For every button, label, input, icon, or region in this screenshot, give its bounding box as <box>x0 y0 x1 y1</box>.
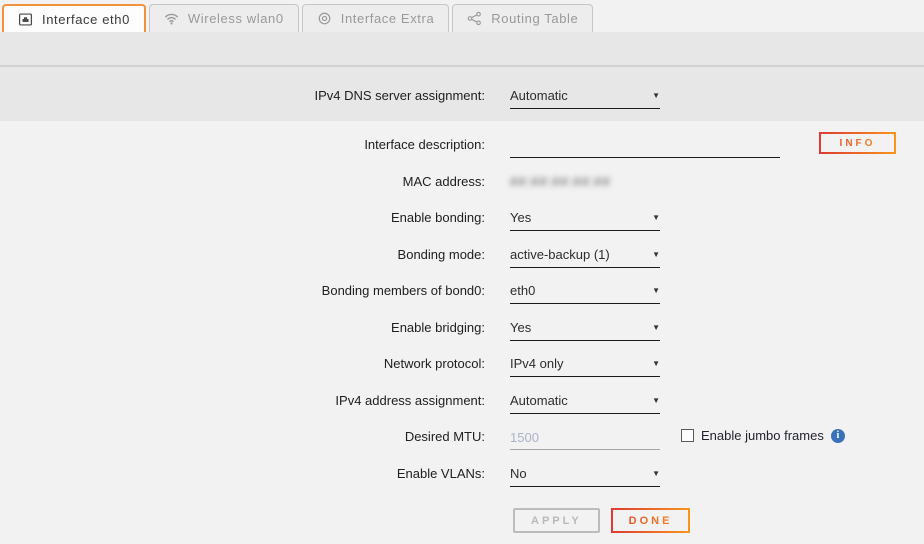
network-protocol-row: Network protocol: IPv4 only ▼ <box>0 348 924 385</box>
jumbo-frames-label: Enable jumbo frames <box>701 428 824 443</box>
share-nodes-icon <box>467 11 482 26</box>
dns-assignment-select[interactable]: Automatic ▼ <box>510 88 660 109</box>
tab-label: Interface eth0 <box>42 12 130 27</box>
enable-vlans-row: Enable VLANs: No ▼ <box>0 458 924 495</box>
bond-members-select[interactable]: eth0 ▼ <box>510 283 660 304</box>
enable-bonding-label: Enable bonding: <box>0 202 485 225</box>
enable-bonding-select[interactable]: Yes ▼ <box>510 210 660 231</box>
network-protocol-select[interactable]: IPv4 only ▼ <box>510 356 660 377</box>
tab-label: Routing Table <box>491 11 578 26</box>
bonding-mode-select[interactable]: active-backup (1) ▼ <box>510 247 660 268</box>
bond-members-label: Bonding members of bond0: <box>0 275 485 298</box>
chevron-down-icon: ▼ <box>652 394 660 407</box>
done-button[interactable]: DONE <box>611 508 691 533</box>
ipv4-assignment-label: IPv4 address assignment: <box>0 385 485 408</box>
ipv4-assignment-select[interactable]: Automatic ▼ <box>510 393 660 414</box>
select-value: Yes <box>510 210 531 225</box>
enable-bonding-row: Enable bonding: Yes ▼ <box>0 202 924 239</box>
chevron-down-icon: ▼ <box>652 357 660 370</box>
tab-routing-table[interactable]: Routing Table <box>452 4 593 32</box>
chevron-down-icon: ▼ <box>652 284 660 297</box>
select-value: No <box>510 466 527 481</box>
chevron-down-icon: ▼ <box>652 89 660 102</box>
select-value: eth0 <box>510 283 535 298</box>
jumbo-frames-checkbox[interactable] <box>681 429 694 442</box>
wifi-icon <box>164 11 179 26</box>
chevron-down-icon: ▼ <box>652 321 660 334</box>
tab-interface-extra[interactable]: Interface Extra <box>302 4 450 32</box>
mtu-label: Desired MTU: <box>0 421 485 444</box>
tab-label: Wireless wlan0 <box>188 11 284 26</box>
tab-bar: Interface eth0 Wireless wlan0 Interface … <box>0 0 924 32</box>
dns-assignment-label: IPv4 DNS server assignment: <box>0 80 485 103</box>
mtu-row: Desired MTU: Enable jumbo frames i <box>0 421 924 458</box>
chevron-down-icon: ▼ <box>652 248 660 261</box>
mtu-input[interactable] <box>510 429 660 450</box>
bonding-mode-row: Bonding mode: active-backup (1) ▼ <box>0 239 924 276</box>
tab-wireless-wlan0[interactable]: Wireless wlan0 <box>149 4 299 32</box>
tab-interface-eth0[interactable]: Interface eth0 <box>2 4 146 32</box>
select-value: Yes <box>510 320 531 335</box>
bond-members-row: Bonding members of bond0: eth0 ▼ <box>0 275 924 312</box>
tab-label: Interface Extra <box>341 11 435 26</box>
apply-button[interactable]: APPLY <box>513 508 600 533</box>
select-value: IPv4 only <box>510 356 563 371</box>
dns-assignment-row: IPv4 DNS server assignment: Automatic ▼ <box>0 80 924 109</box>
select-value: Automatic <box>510 393 568 408</box>
ethernet-port-icon <box>18 12 33 27</box>
info-circle-icon[interactable]: i <box>831 429 845 443</box>
select-value: Automatic <box>510 88 568 103</box>
interface-form: Interface description: INFO MAC address:… <box>0 121 924 533</box>
chevron-down-icon: ▼ <box>652 467 660 480</box>
chevron-down-icon: ▼ <box>652 211 660 224</box>
dns-section: IPv4 DNS server assignment: Automatic ▼ <box>0 67 924 121</box>
mac-address-row: MAC address: ##:##:##:##:## <box>0 166 924 203</box>
description-row: Interface description: INFO <box>0 129 924 166</box>
description-label: Interface description: <box>0 129 485 152</box>
enable-bridging-select[interactable]: Yes ▼ <box>510 320 660 341</box>
enable-bridging-row: Enable bridging: Yes ▼ <box>0 312 924 349</box>
network-protocol-label: Network protocol: <box>0 348 485 371</box>
bonding-mode-label: Bonding mode: <box>0 239 485 262</box>
target-icon <box>317 11 332 26</box>
toolbar-band <box>0 32 924 65</box>
ipv4-assignment-row: IPv4 address assignment: Automatic ▼ <box>0 385 924 422</box>
enable-bridging-label: Enable bridging: <box>0 312 485 335</box>
enable-vlans-label: Enable VLANs: <box>0 458 485 481</box>
jumbo-frames-group: Enable jumbo frames i <box>681 421 845 443</box>
action-buttons: APPLY DONE <box>513 508 924 533</box>
interface-description-input[interactable] <box>510 137 780 158</box>
mac-address-value-redacted: ##:##:##:##:## <box>510 174 611 189</box>
select-value: active-backup (1) <box>510 247 610 262</box>
info-button[interactable]: INFO <box>819 132 896 154</box>
enable-vlans-select[interactable]: No ▼ <box>510 466 660 487</box>
mac-address-label: MAC address: <box>0 166 485 189</box>
